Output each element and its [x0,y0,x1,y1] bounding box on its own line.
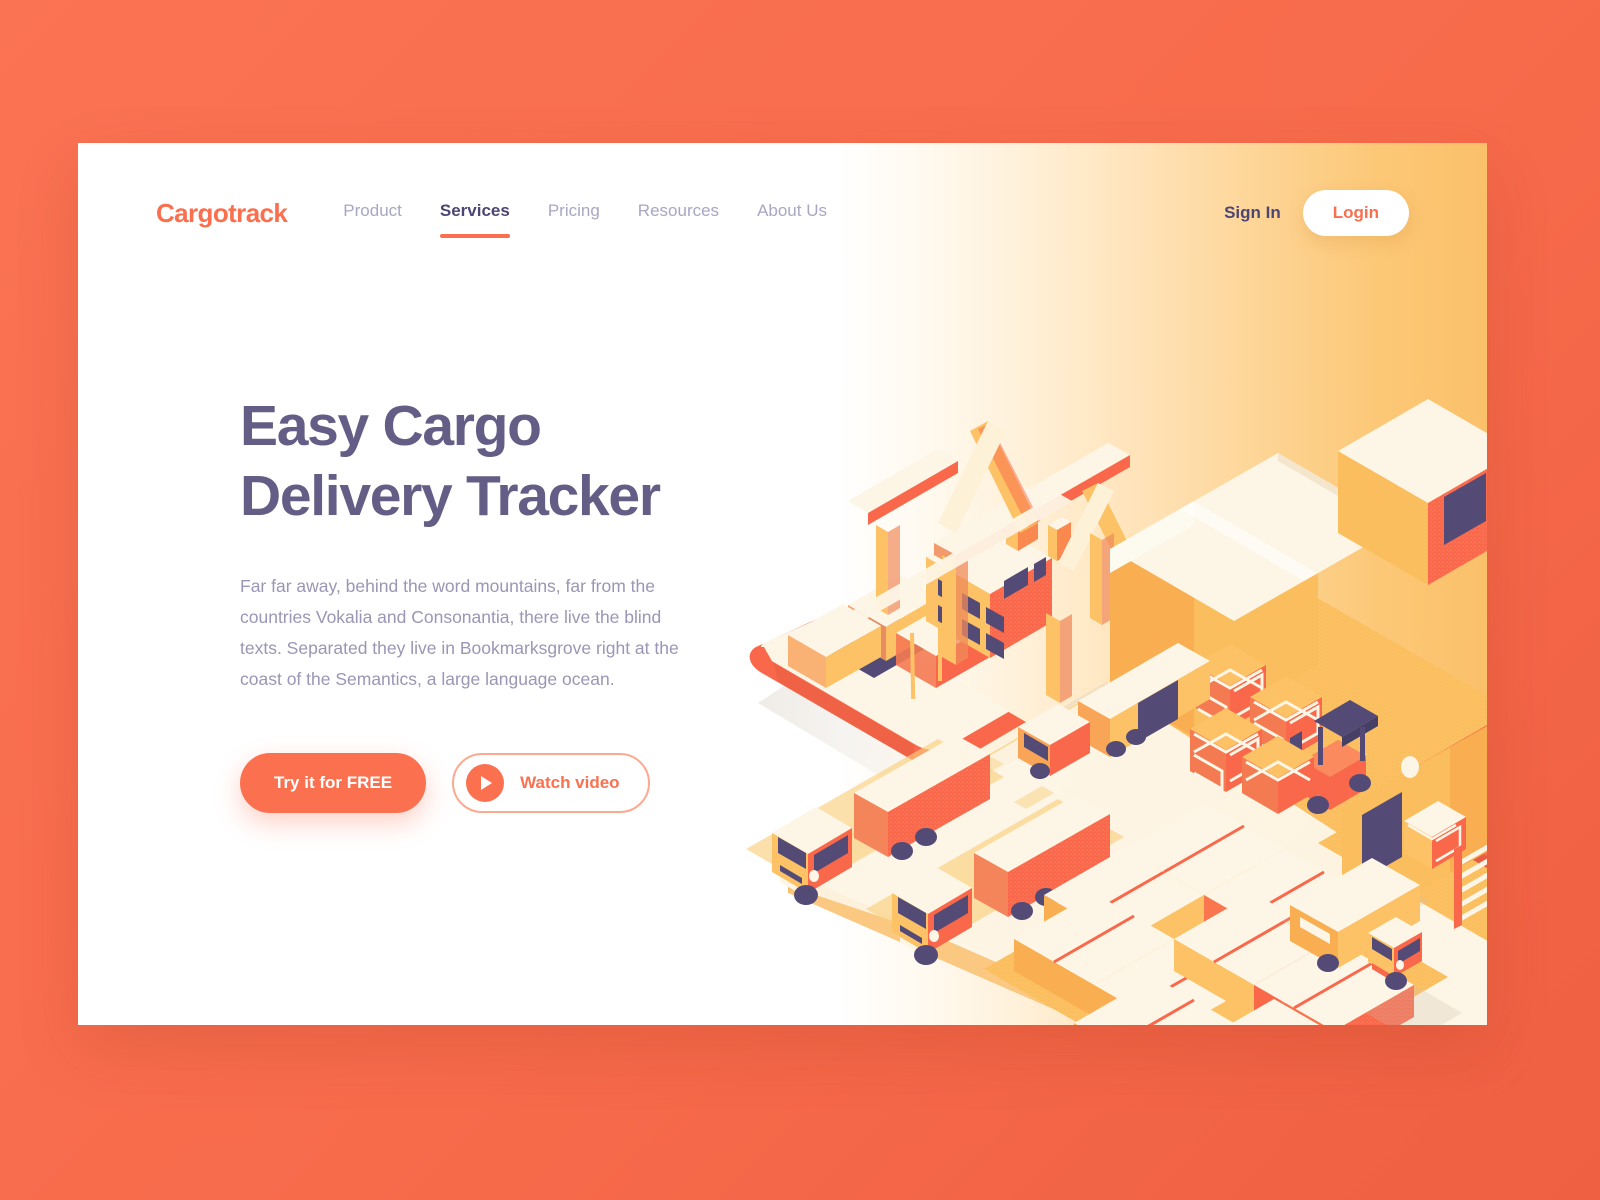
nav-active-underline [439,234,510,238]
watch-video-label: Watch video [520,773,620,792]
login-button[interactable]: Login [1302,190,1409,236]
crate-stack-upper [1190,644,1322,792]
port-illustration [638,233,1487,1025]
main-navigation: Cargotrack Product Services Pricing Reso… [78,143,1487,283]
sign-in-link[interactable]: Sign In [1224,203,1281,223]
nav-item-pricing-label: Pricing [547,201,600,220]
nav-actions: Sign In Login [1224,190,1409,236]
semi-truck-upper [1018,643,1210,779]
forklift [1242,700,1378,814]
try-it-for-free-button[interactable]: Try it for FREE [240,753,427,813]
warehouse-large [1110,453,1402,737]
warehouse-red-roof-bottom [1318,724,1487,941]
hero-subtitle: Far far away, behind the word mountains,… [240,576,679,689]
nav-item-about-us-label: About Us [757,201,827,220]
port-illustration-svg [746,399,1487,1025]
nav-item-services-label: Services [439,201,510,220]
ship-bridge [926,487,1071,659]
shutter-stripes [1458,844,1487,922]
semi-truck-right [866,795,1124,965]
gantry-crane [848,421,1138,703]
semi-truck-left [746,735,1004,905]
cargo-yard-sand [1108,581,1487,842]
nav-links: Product Services Pricing Resources About… [343,201,1224,238]
nav-item-about-us[interactable]: About Us [757,201,827,225]
brand-logo[interactable]: Cargotrack [156,198,288,229]
nav-item-product[interactable]: Product [343,201,402,225]
container-stack [984,803,1462,1025]
nav-item-pricing[interactable]: Pricing [548,201,600,225]
hero-cta-group: Try it for FREE Watch video [240,753,710,813]
nav-item-resources[interactable]: Resources [638,201,719,225]
page-root: Cargotrack Product Services Pricing Reso… [0,0,1600,1200]
watch-video-button[interactable]: Watch video [452,753,650,813]
container-ship [749,487,1071,768]
ship-containers [788,575,990,688]
nav-item-resources-label: Resources [637,201,720,220]
hero-card: Cargotrack Product Services Pricing Reso… [78,143,1487,1025]
nav-item-services[interactable]: Services [439,201,510,238]
page-title-line-2: Delivery Tracker [240,464,661,528]
play-icon [466,764,505,802]
page-title: Easy Cargo Delivery Tracker [240,391,710,531]
ship-shadow [758,653,968,781]
dock-platform [788,633,1487,1025]
road-dashes [964,757,1414,952]
hero-content: Easy Cargo Delivery Tracker Far far away… [240,391,710,813]
page-title-line-1: Easy Cargo [240,394,542,458]
warehouse-red-roof-top [1338,399,1487,585]
box-truck [1282,858,1430,990]
nav-item-product-label: Product [343,201,402,220]
